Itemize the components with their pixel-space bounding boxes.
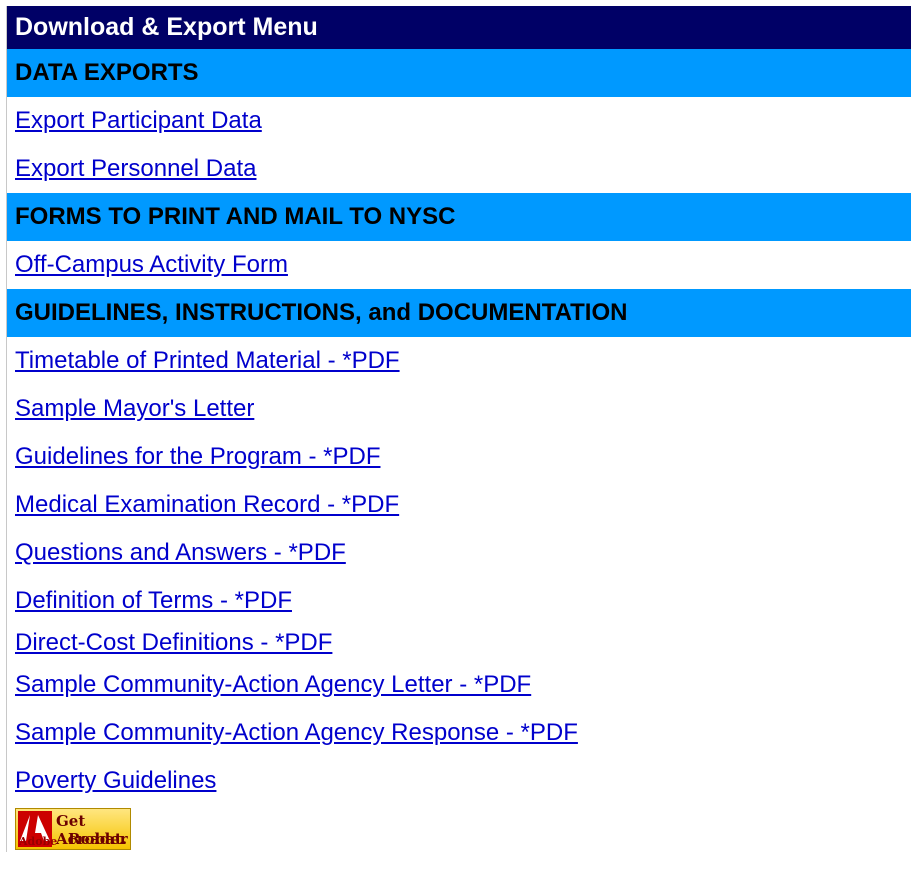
direct-cost-definitions-link[interactable]: Direct-Cost Definitions - *PDF (15, 629, 332, 656)
download-export-menu: Download & Export Menu DATA EXPORTS Expo… (6, 6, 911, 852)
list-item: Export Personnel Data (7, 145, 911, 193)
definition-of-terms-link[interactable]: Definition of Terms - *PDF (15, 587, 292, 614)
poverty-guidelines-link[interactable]: Poverty Guidelines (15, 767, 216, 794)
sample-mayors-letter-link[interactable]: Sample Mayor's Letter (15, 395, 254, 422)
list-item: Sample Community-Action Agency Response … (7, 709, 911, 757)
section-heading-data-exports: DATA EXPORTS (7, 49, 911, 97)
list-item: Guidelines for the Program - *PDF (7, 433, 911, 481)
program-guidelines-link[interactable]: Guidelines for the Program - *PDF (15, 443, 380, 470)
section-heading-guidelines: GUIDELINES, INSTRUCTIONS, and DOCUMENTAT… (7, 289, 911, 337)
export-participant-data-link[interactable]: Export Participant Data (15, 107, 262, 134)
list-item: Definition of Terms - *PDF (7, 577, 911, 625)
list-item: Questions and Answers - *PDF (7, 529, 911, 577)
list-item: Sample Mayor's Letter (7, 385, 911, 433)
menu-title: Download & Export Menu (7, 6, 911, 49)
list-item: Timetable of Printed Material - *PDF (7, 337, 911, 385)
community-action-agency-letter-link[interactable]: Sample Community-Action Agency Letter - … (15, 671, 531, 698)
list-item: Poverty Guidelines (7, 757, 911, 805)
acrobat-badge-row: Adobe Get Acrobat. Reader (7, 805, 911, 852)
off-campus-activity-form-link[interactable]: Off-Campus Activity Form (15, 251, 288, 278)
list-item: Sample Community-Action Agency Letter - … (7, 661, 911, 709)
list-item: Medical Examination Record - *PDF (7, 481, 911, 529)
export-personnel-data-link[interactable]: Export Personnel Data (15, 155, 256, 182)
list-item: Direct-Cost Definitions - *PDF (7, 625, 911, 661)
badge-line-2: Reader (68, 830, 128, 848)
timetable-link[interactable]: Timetable of Printed Material - *PDF (15, 347, 400, 374)
list-item: Off-Campus Activity Form (7, 241, 911, 289)
adobe-wordmark: Adobe (19, 835, 58, 848)
community-action-agency-response-link[interactable]: Sample Community-Action Agency Response … (15, 719, 578, 746)
medical-examination-record-link[interactable]: Medical Examination Record - *PDF (15, 491, 399, 518)
section-heading-forms: FORMS TO PRINT AND MAIL TO NYSC (7, 193, 911, 241)
get-acrobat-reader-button[interactable]: Adobe Get Acrobat. Reader (15, 808, 131, 850)
questions-and-answers-link[interactable]: Questions and Answers - *PDF (15, 539, 346, 566)
list-item: Export Participant Data (7, 97, 911, 145)
